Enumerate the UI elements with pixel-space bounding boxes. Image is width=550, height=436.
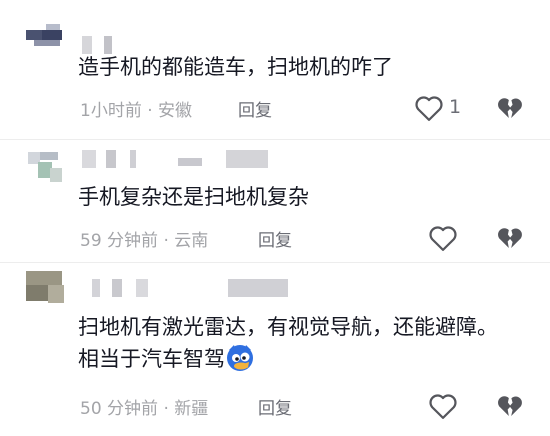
heart-outline-icon[interactable] xyxy=(428,392,458,420)
comment-location: 新疆 xyxy=(174,399,209,419)
reply-button[interactable]: 回复 xyxy=(258,226,292,251)
broken-heart-icon[interactable] xyxy=(496,392,524,420)
heart-outline-icon[interactable] xyxy=(414,94,444,122)
avatar[interactable] xyxy=(20,146,66,190)
comment-location: 云南 xyxy=(174,231,209,251)
comment-time: 1小时前 xyxy=(80,101,142,121)
comment-time: 50 分钟前 xyxy=(80,399,159,419)
comment-text: 手机复杂还是扫地机复杂 xyxy=(78,185,309,209)
comment-location: 安徽 xyxy=(158,101,193,121)
broken-heart-icon[interactable] xyxy=(496,94,524,122)
comment-text: 扫地机有激光雷达，有视觉导航，还能避障。相当于汽车智驾 xyxy=(78,312,518,374)
comment-item: 手机复杂还是扫地机复杂 59 分钟前 · 云南 回复 xyxy=(0,140,550,262)
meta-separator: · xyxy=(141,101,159,121)
avatar[interactable] xyxy=(20,267,66,311)
meta-separator: · xyxy=(158,399,175,419)
comment-item: 造手机的都能造车，扫地机的咋了 1小时前 · 安徽 回复 1 xyxy=(0,0,550,146)
broken-heart-icon[interactable] xyxy=(496,224,524,252)
heart-outline-icon[interactable] xyxy=(428,224,458,252)
comment-time: 59 分钟前 xyxy=(80,231,159,251)
comment-item: 扫地机有激光雷达，有视觉导航，还能避障。相当于汽车智驾 50 分钟前 · 新疆 … xyxy=(0,263,550,436)
meta-separator: · xyxy=(158,231,175,251)
reply-button[interactable]: 回复 xyxy=(238,96,272,121)
reply-button[interactable]: 回复 xyxy=(258,394,292,419)
like-count: 1 xyxy=(449,96,462,118)
comment-meta: 1小时前 · 安徽 xyxy=(80,96,192,121)
comment-meta: 50 分钟前 · 新疆 xyxy=(80,394,208,419)
avatar[interactable] xyxy=(20,10,66,54)
comment-meta: 59 分钟前 · 云南 xyxy=(80,226,208,251)
blue-cat-emoji xyxy=(227,345,253,371)
comment-text-content: 扫地机有激光雷达，有视觉导航，还能避障。相当于汽车智驾 xyxy=(78,315,498,371)
comment-text: 造手机的都能造车，扫地机的咋了 xyxy=(78,55,393,79)
